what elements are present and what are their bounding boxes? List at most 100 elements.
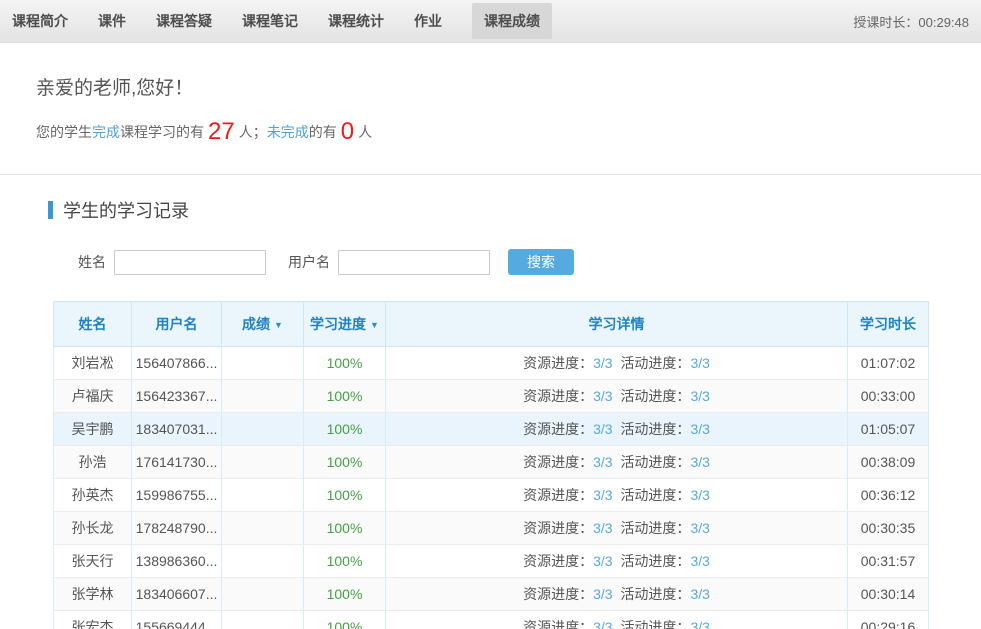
cell-name: 孙浩	[54, 446, 132, 479]
cell-username: 155669444...	[132, 611, 222, 629]
cell-score	[222, 512, 304, 545]
cell-progress: 100%	[304, 479, 386, 512]
cell-detail: 资源进度：3/3 活动进度：3/3	[386, 446, 848, 479]
cell-score	[222, 545, 304, 578]
cell-detail: 资源进度：3/3 活动进度：3/3	[386, 545, 848, 578]
tab-courseware[interactable]: 课件	[98, 11, 126, 31]
section-title-text: 学生的学习记录	[63, 197, 189, 223]
cell-detail: 资源进度：3/3 活动进度：3/3	[386, 347, 848, 380]
cell-progress: 100%	[304, 446, 386, 479]
resource-progress-link[interactable]: 3/3	[593, 355, 612, 371]
resource-progress-link[interactable]: 3/3	[593, 619, 612, 629]
resource-progress-link[interactable]: 3/3	[593, 388, 612, 404]
cell-username: 183407031...	[132, 413, 222, 446]
activity-progress-link[interactable]: 3/3	[690, 553, 709, 569]
table-row: 孙长龙 178248790... 100% 资源进度：3/3 活动进度：3/3 …	[54, 512, 929, 545]
activity-progress-link[interactable]: 3/3	[690, 454, 709, 470]
activity-progress-link[interactable]: 3/3	[690, 421, 709, 437]
resource-progress-label: 资源进度：	[523, 454, 593, 470]
sort-down-icon[interactable]: ▼	[274, 320, 283, 330]
top-navbar: 课程简介 课件 课程答疑 课程笔记 课程统计 作业 课程成绩 授课时长：00:2…	[0, 0, 981, 43]
greeting-stats: 您的学生 完成 课程学习的有 27 人； 未完成 的有 0 人	[36, 120, 981, 144]
records-table: 姓名 用户名 成绩▼ 学习进度▼ 学习详情 学习时长 刘岩凇 156407866…	[53, 301, 929, 629]
cell-detail: 资源进度：3/3 活动进度：3/3	[386, 380, 848, 413]
header-duration: 学习时长	[848, 302, 929, 347]
activity-progress-label: 活动进度：	[620, 619, 690, 629]
cell-score	[222, 380, 304, 413]
cell-name: 孙长龙	[54, 512, 132, 545]
cell-username: 176141730...	[132, 446, 222, 479]
cell-name: 张宏杰	[54, 611, 132, 629]
cell-name: 孙英杰	[54, 479, 132, 512]
teaching-duration: 授课时长：00:29:48	[853, 12, 969, 31]
header-name: 姓名	[54, 302, 132, 347]
header-score[interactable]: 成绩▼	[222, 302, 304, 347]
tab-course-grades[interactable]: 课程成绩	[472, 3, 552, 39]
uncompleted-link[interactable]: 未完成	[267, 122, 309, 142]
activity-progress-label: 活动进度：	[620, 454, 690, 470]
cell-score	[222, 347, 304, 380]
sort-down-icon[interactable]: ▼	[370, 320, 379, 330]
stats-suffix: 人	[358, 122, 372, 142]
name-label: 姓名	[78, 252, 106, 272]
table-row: 张天行 138986360... 100% 资源进度：3/3 活动进度：3/3 …	[54, 545, 929, 578]
search-button[interactable]: 搜索	[508, 249, 574, 275]
resource-progress-label: 资源进度：	[523, 553, 593, 569]
stats-mid3: 的有	[309, 122, 337, 142]
cell-username: 156423367...	[132, 380, 222, 413]
cell-username: 138986360...	[132, 545, 222, 578]
greeting-title: 亲爱的老师,您好！	[36, 73, 981, 100]
stats-mid2: 人；	[239, 122, 267, 142]
table-row: 卢福庆 156423367... 100% 资源进度：3/3 活动进度：3/3 …	[54, 380, 929, 413]
table-row: 吴宇鹏 183407031... 100% 资源进度：3/3 活动进度：3/3 …	[54, 413, 929, 446]
cell-progress: 100%	[304, 611, 386, 629]
cell-detail: 资源进度：3/3 活动进度：3/3	[386, 512, 848, 545]
table-row: 张宏杰 155669444... 100% 资源进度：3/3 活动进度：3/3 …	[54, 611, 929, 629]
resource-progress-link[interactable]: 3/3	[593, 487, 612, 503]
cell-progress: 100%	[304, 545, 386, 578]
activity-progress-link[interactable]: 3/3	[690, 520, 709, 536]
tab-course-qa[interactable]: 课程答疑	[156, 11, 212, 31]
cell-duration: 00:38:09	[848, 446, 929, 479]
activity-progress-link[interactable]: 3/3	[690, 619, 709, 629]
cell-progress: 100%	[304, 512, 386, 545]
cell-name: 张学林	[54, 578, 132, 611]
activity-progress-link[interactable]: 3/3	[690, 487, 709, 503]
activity-progress-link[interactable]: 3/3	[690, 355, 709, 371]
activity-progress-label: 活动进度：	[620, 355, 690, 371]
tab-homework[interactable]: 作业	[414, 11, 442, 31]
search-form: 姓名 用户名 搜索	[78, 249, 981, 275]
name-input[interactable]	[114, 250, 266, 275]
resource-progress-link[interactable]: 3/3	[593, 421, 612, 437]
completed-link[interactable]: 完成	[92, 122, 120, 142]
activity-progress-label: 活动进度：	[620, 388, 690, 404]
table-row: 孙英杰 159986755... 100% 资源进度：3/3 活动进度：3/3 …	[54, 479, 929, 512]
tab-course-stats[interactable]: 课程统计	[328, 11, 384, 31]
cell-duration: 00:36:12	[848, 479, 929, 512]
cell-name: 吴宇鹏	[54, 413, 132, 446]
tab-course-intro[interactable]: 课程简介	[12, 11, 68, 31]
resource-progress-link[interactable]: 3/3	[593, 553, 612, 569]
cell-detail: 资源进度：3/3 活动进度：3/3	[386, 479, 848, 512]
tab-course-notes[interactable]: 课程笔记	[242, 11, 298, 31]
cell-progress: 100%	[304, 347, 386, 380]
stats-mid1: 课程学习的有	[120, 122, 204, 142]
resource-progress-label: 资源进度：	[523, 586, 593, 602]
section-accent-bar	[48, 201, 53, 219]
activity-progress-link[interactable]: 3/3	[690, 388, 709, 404]
uncompleted-count: 0	[337, 120, 358, 144]
header-username: 用户名	[132, 302, 222, 347]
resource-progress-label: 资源进度：	[523, 619, 593, 629]
cell-detail: 资源进度：3/3 活动进度：3/3	[386, 413, 848, 446]
resource-progress-link[interactable]: 3/3	[593, 586, 612, 602]
resource-progress-link[interactable]: 3/3	[593, 520, 612, 536]
cell-duration: 01:05:07	[848, 413, 929, 446]
activity-progress-link[interactable]: 3/3	[690, 586, 709, 602]
cell-score	[222, 611, 304, 629]
header-progress[interactable]: 学习进度▼	[304, 302, 386, 347]
cell-username: 159986755...	[132, 479, 222, 512]
cell-progress: 100%	[304, 413, 386, 446]
resource-progress-link[interactable]: 3/3	[593, 454, 612, 470]
table-body: 刘岩凇 156407866... 100% 资源进度：3/3 活动进度：3/3 …	[54, 347, 929, 629]
username-input[interactable]	[338, 250, 490, 275]
